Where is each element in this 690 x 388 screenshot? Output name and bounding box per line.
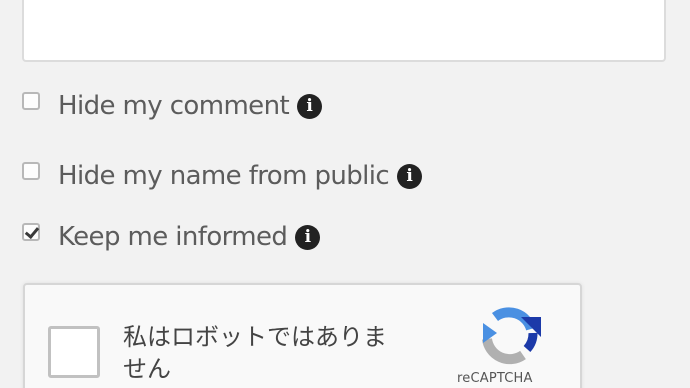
comment-textarea[interactable] bbox=[22, 0, 666, 62]
hide-name-checkbox[interactable] bbox=[22, 162, 40, 180]
hide-name-label: Hide my name from public bbox=[58, 161, 390, 191]
hide-comment-checkbox[interactable] bbox=[22, 92, 40, 110]
info-icon[interactable]: i bbox=[397, 163, 423, 189]
hide-comment-label: Hide my comment bbox=[58, 91, 290, 121]
info-icon[interactable]: i bbox=[297, 93, 323, 119]
recaptcha-logo-icon bbox=[482, 307, 541, 365]
recaptcha-checkbox[interactable] bbox=[48, 326, 100, 378]
option-hide-comment[interactable]: Hide my comment i bbox=[22, 88, 323, 124]
info-icon[interactable]: i bbox=[295, 224, 321, 250]
recaptcha-widget: 私はロボットではありません reCAPTCHA bbox=[23, 283, 582, 388]
option-hide-name[interactable]: Hide my name from public i bbox=[22, 158, 423, 194]
keep-informed-label: Keep me informed bbox=[58, 222, 288, 252]
comment-form: Hide my comment i Hide my name from publ… bbox=[0, 0, 690, 388]
option-keep-informed[interactable]: Keep me informed i bbox=[22, 219, 321, 255]
keep-informed-checkbox[interactable] bbox=[22, 223, 40, 241]
recaptcha-label: 私はロボットではありません bbox=[123, 323, 387, 383]
recaptcha-brand: reCAPTCHA bbox=[457, 371, 533, 386]
